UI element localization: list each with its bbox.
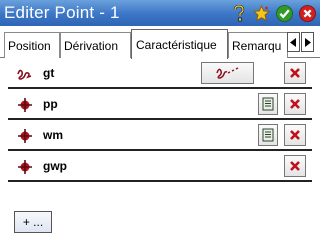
feature-row[interactable]: wm <box>8 120 312 151</box>
feature-row[interactable]: pp <box>8 89 312 120</box>
feature-row[interactable]: gt <box>8 58 312 89</box>
attributes-button[interactable] <box>258 93 278 115</box>
close-icon[interactable] <box>299 4 316 22</box>
delete-feature-button[interactable] <box>284 124 306 146</box>
delete-x-icon <box>290 161 300 171</box>
tab-label: Dérivation <box>64 38 119 53</box>
line-feature-icon <box>17 66 33 82</box>
delete-feature-button[interactable] <box>284 155 306 177</box>
chevron-left-icon <box>290 37 296 47</box>
ok-icon[interactable] <box>276 4 293 22</box>
feature-name: pp <box>43 97 58 111</box>
delete-x-icon <box>290 68 300 78</box>
feature-name: gt <box>43 66 55 80</box>
tab-label: Caractéristique <box>136 37 217 52</box>
point-feature-icon <box>17 97 33 113</box>
window-title: Editer Point - 1 <box>4 3 120 22</box>
add-feature-button[interactable]: + ... <box>14 211 52 233</box>
delete-feature-button[interactable] <box>284 62 306 84</box>
delete-feature-button[interactable] <box>284 93 306 115</box>
title-bar: Editer Point - 1 <box>0 0 320 26</box>
attributes-button[interactable] <box>258 124 278 146</box>
delete-x-icon <box>290 99 300 109</box>
delete-x-icon <box>290 130 300 140</box>
point-feature-icon <box>17 159 33 175</box>
add-feature-label: + ... <box>22 215 44 229</box>
feature-name: gwp <box>43 159 67 173</box>
tab-label: Remarqu <box>232 38 282 53</box>
feature-name: wm <box>43 128 64 142</box>
line-style-icon <box>215 67 238 79</box>
tab-derivation[interactable]: Dérivation <box>60 32 131 58</box>
tab-scroll-right-button[interactable] <box>301 32 314 52</box>
chevron-right-icon <box>305 37 311 47</box>
tab-caracteristique[interactable]: Caractéristique <box>131 29 228 59</box>
tab-scroll-left-button[interactable] <box>287 32 300 52</box>
title-bar-icons <box>230 4 320 22</box>
document-icon <box>262 97 274 111</box>
tab-remarque[interactable]: Remarqu <box>228 32 288 58</box>
star-icon[interactable] <box>253 4 270 22</box>
line-style-button[interactable] <box>201 62 254 84</box>
document-icon <box>262 128 274 142</box>
help-icon[interactable] <box>230 4 247 22</box>
tab-label: Position <box>8 38 51 53</box>
tab-strip: Position Dérivation Caractéristique Rema… <box>0 26 320 59</box>
point-feature-icon <box>17 128 33 144</box>
tab-position[interactable]: Position <box>4 32 60 58</box>
feature-row[interactable]: gwp <box>8 151 312 182</box>
